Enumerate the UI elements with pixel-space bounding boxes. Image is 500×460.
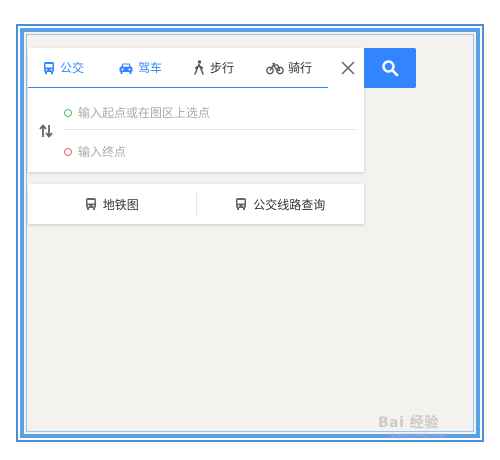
close-button[interactable] (334, 54, 362, 82)
end-point-input[interactable] (78, 145, 328, 159)
subway-map-label: 地铁图 (102, 197, 139, 212)
tab-ride[interactable]: 骑行 (266, 48, 312, 88)
tab-drive[interactable]: 驾车 (118, 48, 162, 88)
search-icon (382, 60, 399, 77)
bicycle-icon (266, 62, 284, 74)
watermark-subtext: jingyan.baidu.com (390, 432, 446, 439)
bus-line-query-button[interactable]: 公交线路查询 (197, 184, 365, 224)
bus-line-query-label: 公交线路查询 (253, 197, 326, 212)
subway-icon (85, 198, 96, 210)
tab-drive-label: 驾车 (138, 61, 163, 75)
car-icon (119, 63, 133, 74)
tab-ride-label: 骑行 (288, 61, 313, 75)
baidu-jingyan-watermark: Bai 经验 jingyan.baidu.com (360, 404, 490, 444)
subway-map-button[interactable]: 地铁图 (28, 184, 196, 224)
watermark-text: Bai 经验 (378, 415, 439, 431)
route-search-panel: 公交 驾车 步行 骑行 输入起点或在图区上选点 输入终点 (28, 48, 364, 172)
start-dot-icon (64, 108, 72, 117)
bus-icon (44, 61, 54, 74)
search-button[interactable] (364, 48, 416, 88)
tab-walk-label: 步行 (210, 61, 235, 75)
end-point-field (64, 138, 356, 166)
close-icon (341, 61, 355, 75)
walk-icon (194, 59, 204, 75)
end-dot-icon (64, 148, 72, 156)
bus-icon (236, 198, 247, 210)
swap-button[interactable] (36, 120, 56, 142)
travel-mode-tabs: 公交 驾车 步行 骑行 (28, 48, 328, 88)
swap-arrows-icon (39, 124, 53, 138)
tab-bus[interactable]: 公交 (42, 48, 84, 88)
tab-walk[interactable]: 步行 (192, 48, 234, 88)
tab-bus-label: 公交 (60, 61, 85, 75)
quick-links-panel: 地铁图 公交线路查询 (28, 184, 364, 224)
start-point-field (64, 96, 356, 130)
start-point-input[interactable] (78, 105, 328, 120)
